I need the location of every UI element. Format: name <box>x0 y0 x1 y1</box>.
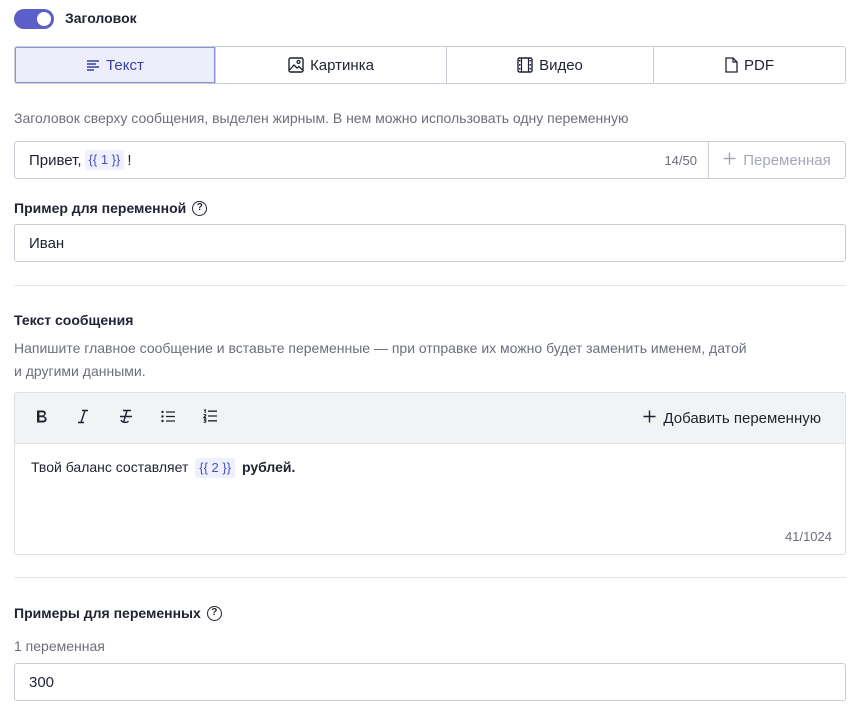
editor-toolbar: Добавить переменную <box>15 393 845 444</box>
strikethrough-icon <box>119 409 133 428</box>
bulleted-list-icon <box>161 410 176 427</box>
tab-image[interactable]: Картинка <box>216 47 447 83</box>
tab-pdf-label: PDF <box>744 56 774 74</box>
tab-text-label: Текст <box>106 56 144 74</box>
variable-examples-label-row: Примеры для переменных ? <box>14 605 222 621</box>
header-text-before: Привет, <box>29 151 82 169</box>
add-variable-toolbar-label: Добавить переменную <box>663 409 821 427</box>
example-variable-input[interactable]: Иван <box>14 224 846 262</box>
tab-video[interactable]: Видео <box>447 47 654 83</box>
message-hint-line1: Напишите главное сообщение и вставьте пе… <box>14 340 747 356</box>
help-icon[interactable]: ? <box>192 200 208 216</box>
numbered-list-icon <box>202 408 218 427</box>
message-variable-chip[interactable]: {{ 2 }} <box>195 458 236 478</box>
header-variable-chip[interactable]: {{ 1 }} <box>84 150 125 170</box>
tab-pdf[interactable]: PDF <box>654 47 845 83</box>
plus-icon <box>643 410 656 427</box>
plus-icon <box>723 152 736 169</box>
message-title: Текст сообщения <box>14 312 134 328</box>
tab-video-label: Видео <box>539 56 583 74</box>
add-variable-button[interactable]: Переменная <box>708 142 845 178</box>
content-type-tabs: Текст Картинка Видео PDF <box>14 46 846 84</box>
message-body[interactable]: Твой баланс составляет {{ 2 }} рублей. 4… <box>15 444 845 554</box>
add-variable-label: Переменная <box>743 151 831 169</box>
example-variable-value: Иван <box>29 234 65 252</box>
example-variable-label-row: Пример для переменной ? <box>14 200 208 216</box>
message-hint-line2: и другими данными. <box>14 363 146 379</box>
numbered-list-button[interactable] <box>202 404 245 432</box>
strikethrough-button[interactable] <box>119 404 161 432</box>
message-body-bold: рублей. <box>241 459 296 475</box>
header-field: Привет, {{ 1 }} ! 14/50 Переменная <box>14 141 846 179</box>
message-editor: Добавить переменную Твой баланс составля… <box>14 392 846 555</box>
help-icon[interactable]: ? <box>206 605 222 621</box>
example-variable-label: Пример для переменной <box>14 200 187 216</box>
variable-examples-sublabel: 1 переменная <box>14 638 105 654</box>
bold-icon <box>35 409 49 428</box>
variable-examples-title: Примеры для переменных <box>14 605 201 621</box>
header-text-after: ! <box>127 151 132 169</box>
header-input[interactable]: Привет, {{ 1 }} ! 14/50 <box>15 142 708 178</box>
bulleted-list-button[interactable] <box>161 404 203 432</box>
tab-text[interactable]: Текст <box>15 47 216 83</box>
file-icon <box>725 57 738 73</box>
divider <box>14 577 846 578</box>
message-char-counter: 41/1024 <box>785 529 832 544</box>
variable-example-input[interactable]: 300 <box>14 663 846 701</box>
divider <box>14 285 846 286</box>
variable-example-value: 300 <box>29 673 55 691</box>
header-toggle-label: Заголовок <box>65 10 137 26</box>
tab-image-label: Картинка <box>310 56 374 74</box>
add-variable-toolbar-button[interactable]: Добавить переменную <box>643 410 821 427</box>
header-hint: Заголовок сверху сообщения, выделен жирн… <box>14 110 629 126</box>
toggle-knob <box>37 12 51 26</box>
image-icon <box>288 57 304 73</box>
film-icon <box>517 57 533 73</box>
bold-button[interactable] <box>35 404 77 432</box>
header-toggle[interactable] <box>14 9 54 29</box>
header-char-counter: 14/50 <box>664 152 697 168</box>
text-lines-icon <box>86 59 100 72</box>
italic-icon <box>77 409 89 428</box>
italic-button[interactable] <box>77 404 119 432</box>
message-body-text: Твой баланс составляет <box>31 459 189 475</box>
